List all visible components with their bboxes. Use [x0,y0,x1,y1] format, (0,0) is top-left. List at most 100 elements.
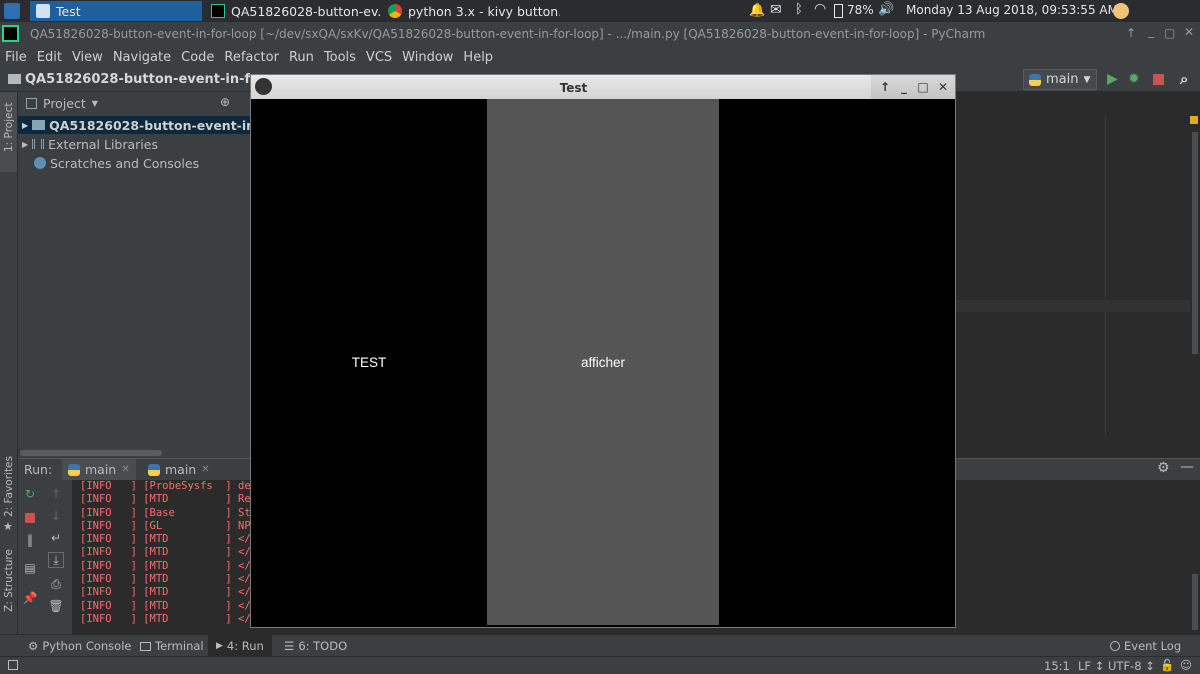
caret-position[interactable]: 15:1 [1044,659,1070,673]
menu-bar: File Edit View Navigate Code Refactor Ru… [0,46,1200,68]
close-tab-icon[interactable]: ✕ [121,464,129,475]
user-avatar-icon[interactable] [1113,3,1129,19]
scroll-to-end-icon[interactable]: ⤓ [48,552,64,568]
horizontal-scrollbar[interactable] [20,450,162,456]
tab-todo[interactable]: ☰ 6: TODO [284,639,347,653]
print-icon[interactable]: ⎙ [48,576,64,592]
breadcrumb[interactable]: QA51826028-button-event-in-for-lo [25,72,250,87]
run-config-select[interactable]: main ▼ [1023,69,1097,90]
file-encoding[interactable]: UTF-8 ↕ [1108,659,1155,673]
target-icon[interactable]: ⊕ [220,95,230,109]
taskbar-item-browser[interactable]: python 3.x - kivy button... [382,1,560,21]
project-pane-title: Project [43,96,86,111]
bell-icon[interactable]: 🔔 [749,3,765,18]
console-line: [INFO ] [MTD ] Rea [80,493,258,506]
search-icon[interactable]: ⌕ [1180,70,1188,88]
lock-icon[interactable]: 🔓 [1160,658,1174,672]
minimize-icon[interactable]: _ [1148,24,1154,38]
inspector-icon[interactable]: ☺ [1180,658,1192,672]
maximize-icon[interactable]: □ [915,79,931,95]
toggle-tool-windows-icon[interactable] [8,660,18,670]
menu-file[interactable]: File [0,50,32,65]
taskbar-item-test[interactable]: Test [30,1,202,21]
close-tab-icon[interactable]: ✕ [201,464,209,475]
tree-item-label: QA51826028-button-event-in-fo [49,117,250,133]
bluetooth-icon[interactable]: ᛒ [795,2,803,17]
battery-percent: 78% [847,3,874,17]
python-console-icon: ⚙ [28,639,39,653]
event-log-button[interactable]: Event Log [1110,639,1181,653]
menu-window[interactable]: Window [397,50,458,65]
tree-item-external-libraries[interactable]: ▶ External Libraries [18,135,158,153]
kivy-button-empty[interactable] [719,99,955,625]
menu-navigate[interactable]: Navigate [108,50,176,65]
menu-tools[interactable]: Tools [319,50,361,65]
console-lines: [INFO ] [ProbeSysfs ] dev [INFO ] [MTD ] … [80,480,257,626]
kivy-body: TEST afficher [251,99,955,627]
close-icon[interactable]: ✕ [935,79,951,95]
project-tool-label: 1: Project [3,102,15,152]
taskbar-item-label: python 3.x - kivy button... [408,3,560,19]
pause-icon[interactable]: ‖ [22,532,38,548]
menu-help[interactable]: Help [458,50,498,65]
stop-icon[interactable] [22,510,38,526]
volume-icon[interactable]: 🔊 [878,2,894,17]
debug-icon[interactable]: ✹ [1128,71,1140,87]
structure-tool-label[interactable]: Z: Structure [3,549,15,612]
menu-edit[interactable]: Edit [32,50,67,65]
menu-code[interactable]: Code [176,50,219,65]
kivy-titlebar[interactable]: Test ↑ _ □ ✕ [251,75,955,99]
close-icon[interactable]: ✕ [1184,25,1194,39]
pin-icon[interactable]: 📌 [22,590,38,606]
tree-item-project-root[interactable]: ▶ QA51826028-button-event-in-fo [18,116,250,134]
minimize-icon[interactable]: _ [896,79,912,95]
kivy-button-afficher[interactable]: afficher [487,99,719,625]
console-line: [INFO ] [MTD ] </c [80,586,258,599]
trash-icon[interactable]: 🗑 [48,598,64,614]
project-view-icon [26,98,37,109]
menu-view[interactable]: View [67,50,108,65]
gear-icon[interactable]: ⚙ [1157,460,1170,476]
battery-icon[interactable] [834,4,843,18]
mail-icon[interactable]: ✉ [770,2,782,18]
up-arrow-icon[interactable]: ↑ [48,486,64,502]
soft-wrap-icon[interactable]: ↵ [48,530,64,546]
favorites-tool-label[interactable]: 2: Favorites [3,456,15,517]
editor-area [955,92,1200,458]
down-arrow-icon[interactable]: ↓ [48,508,64,524]
editor-scrollbar[interactable] [1192,132,1198,354]
event-log-label: Event Log [1124,639,1182,653]
tab-terminal[interactable]: Terminal [140,639,204,653]
folder-icon [32,120,46,130]
keep-above-icon[interactable]: ↑ [877,79,893,95]
hide-icon[interactable]: — [1180,459,1194,475]
status-bar: 15:1 LF ↕ UTF-8 ↕ 🔓 ☺ [0,656,1200,674]
run-icon[interactable]: ▶ [1107,71,1118,87]
tree-item-scratches[interactable]: Scratches and Consoles [34,154,199,172]
console-scrollbar[interactable] [1192,574,1198,630]
tab-run[interactable]: ▶ 4: Run [208,635,272,656]
tab-label: 6: TODO [298,639,348,653]
menu-refactor[interactable]: Refactor [219,50,284,65]
menu-vcs[interactable]: VCS [361,50,397,65]
project-pane-header[interactable]: Project ▼ [26,96,98,111]
clock[interactable]: Monday 13 Aug 2018, 09:53:55 AM [906,3,1118,17]
layout-icon[interactable]: ▤ [22,560,38,576]
taskbar-item-pycharm[interactable]: QA51826028-button-ev... [205,1,381,21]
run-tab-main-2[interactable]: main ✕ [142,459,216,480]
wifi-icon[interactable]: ◠ [814,1,826,17]
tab-python-console[interactable]: ⚙ Python Console [28,639,131,653]
maximize-up-icon[interactable]: ↑ [1126,26,1136,40]
run-tab-main-1[interactable]: main ✕ [62,459,136,480]
event-log-icon [1110,641,1120,651]
stop-icon[interactable] [1153,74,1164,85]
app-menu-icon[interactable] [4,3,20,19]
kivy-button-test[interactable]: TEST [251,99,487,625]
line-separator[interactable]: LF ↕ [1078,659,1104,673]
warning-marker-icon [1190,116,1198,124]
menu-run[interactable]: Run [284,50,319,65]
taskbar-item-label: Test [56,3,81,19]
restore-icon[interactable]: ▢ [1164,26,1175,40]
rerun-icon[interactable]: ↻ [22,486,38,502]
console-line: [INFO ] [MTD ] </c [80,533,258,546]
